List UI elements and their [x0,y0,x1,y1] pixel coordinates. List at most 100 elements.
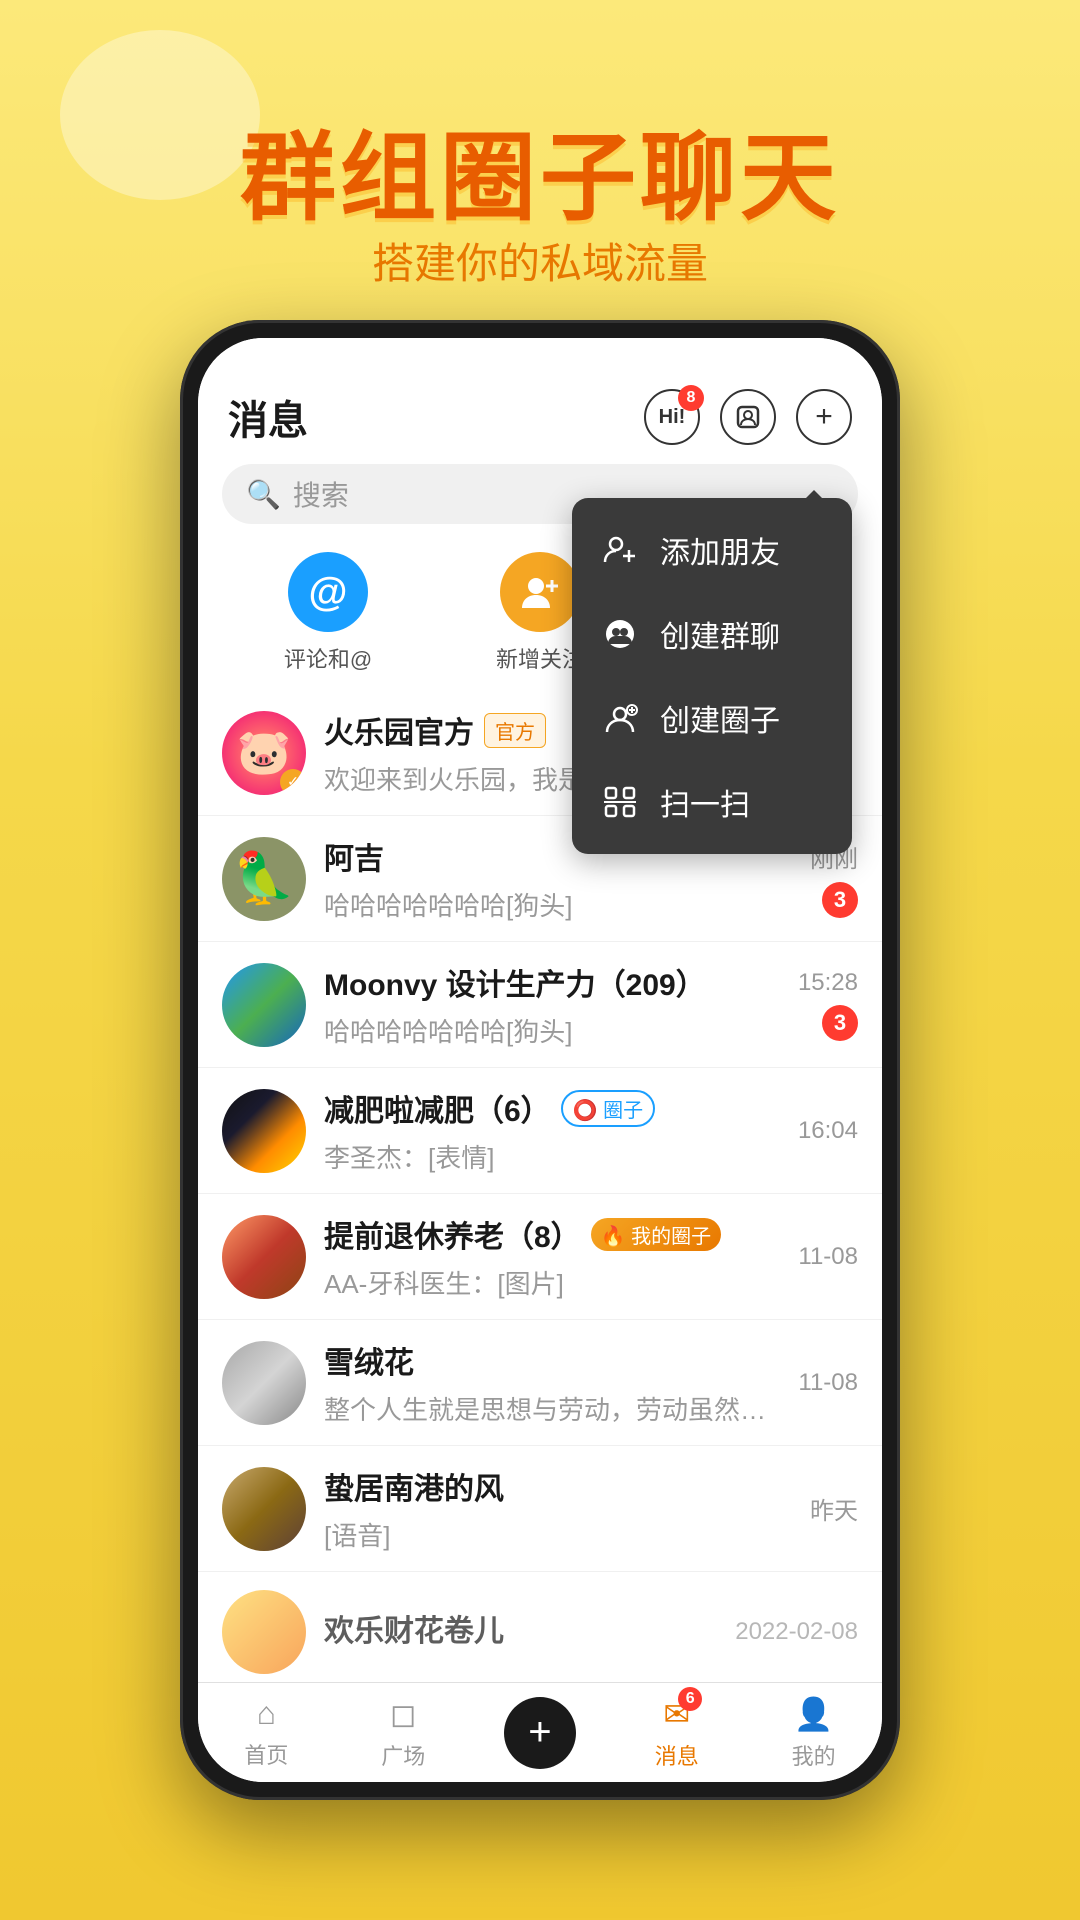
nav-icons: Hi! 8 + [644,389,852,445]
dropdown-create-circle[interactable]: 创建圈子 [572,676,852,760]
quick-item-comment[interactable]: @ 评论和@ [222,552,434,674]
message-top: 蛰居南港的风 [324,1464,792,1508]
list-item[interactable]: 欢乐财花卷儿 2022-02-08 [198,1572,882,1682]
dropdown-create-group-label: 创建群聊 [660,612,780,656]
at-icon: @ [308,570,347,615]
message-meta: 16:04 [798,1117,858,1145]
message-body: Moonvy 设计生产力（209） 哈哈哈哈哈哈哈[狗头] [324,960,780,1049]
hi-icon: Hi! [659,406,686,429]
tab-mine[interactable]: 👤 我的 [745,1695,882,1771]
avatar [222,1089,306,1173]
unread-badge: 3 [822,882,858,918]
avatar: 🦜 [222,837,306,921]
message-tab-count: 6 [678,1687,702,1711]
plus-button[interactable]: + [504,1697,576,1769]
tab-mine-label: 我的 [792,1739,836,1771]
message-top: 减肥啦减肥（6） ⭕ 圈子 [324,1086,780,1130]
message-preview: 李圣杰：[表情] [324,1138,780,1175]
tab-plus[interactable]: + [472,1697,609,1769]
plus-icon: + [815,400,833,434]
tab-home[interactable]: ⌂ 首页 [198,1695,335,1770]
quick-label-follow: 新增关注 [496,642,584,674]
message-preview: AA-牙科医生：[图片] [324,1264,780,1301]
avatar [222,1341,306,1425]
quick-circle-comment: @ [288,552,368,632]
dropdown-create-circle-label: 创建圈子 [660,696,780,740]
message-meta: 昨天 [810,1491,858,1526]
message-body: 雪绒花 整个人生就是思想与劳动，劳动虽然是无... [324,1338,780,1427]
app-content: 消息 Hi! 8 + [198,338,882,1782]
hi-button[interactable]: Hi! 8 [644,389,700,445]
official-tag: 官方 [484,713,546,748]
tab-bar: ⌂ 首页 ◻ 广场 + ✉ 6 消息 👤 [198,1682,882,1782]
message-body: 欢乐财花卷儿 [324,1606,717,1658]
dropdown-scan[interactable]: 扫一扫 [572,760,852,844]
add-friend-icon [600,530,640,570]
message-preview: 哈哈哈哈哈哈哈[狗头] [324,886,792,923]
create-group-icon [600,614,640,654]
message-time: 2022-02-08 [735,1618,858,1646]
search-placeholder: 搜索 [293,474,349,514]
tab-message[interactable]: ✉ 6 消息 [608,1695,745,1771]
dropdown-add-friend-label: 添加朋友 [660,528,780,572]
dropdown-scan-label: 扫一扫 [660,780,750,824]
list-item[interactable]: 减肥啦减肥（6） ⭕ 圈子 李圣杰：[表情] 16:04 [198,1068,882,1194]
unread-badge: 3 [822,1005,858,1041]
message-tab-badge: ✉ 6 [663,1695,690,1733]
phone-screen: 消息 Hi! 8 + [198,338,882,1782]
phone-shell: 消息 Hi! 8 + [180,320,900,1800]
message-body: 减肥啦减肥（6） ⭕ 圈子 李圣杰：[表情] [324,1086,780,1175]
message-preview: 哈哈哈哈哈哈哈[狗头] [324,1012,780,1049]
message-time: 昨天 [810,1491,858,1526]
message-top: 雪绒花 [324,1338,780,1382]
add-button[interactable]: + [796,389,852,445]
list-item[interactable]: 蛰居南港的风 [语音] 昨天 [198,1446,882,1572]
scan-icon [600,782,640,822]
search-icon: 🔍 [246,478,281,511]
avatar: ✓ [222,711,306,795]
list-item[interactable]: 雪绒花 整个人生就是思想与劳动，劳动虽然是无... 11-08 [198,1320,882,1446]
message-top: Moonvy 设计生产力（209） [324,960,780,1004]
message-meta: 15:28 3 [798,969,858,1041]
contacts-button[interactable] [720,389,776,445]
contact-name: 蛰居南港的风 [324,1464,504,1508]
quick-label-comment: 评论和@ [284,642,372,674]
message-body: 蛰居南港的风 [语音] [324,1464,792,1553]
contact-name: 雪绒花 [324,1338,414,1382]
dropdown-create-group[interactable]: 创建群聊 [572,592,852,676]
square-icon: ◻ [390,1695,417,1733]
verified-badge: ✓ [280,769,306,795]
avatar [222,1590,306,1674]
message-top: 欢乐财花卷儿 [324,1606,717,1650]
follow-icon [518,570,562,614]
message-meta: 2022-02-08 [735,1618,858,1646]
nav-title: 消息 [228,388,308,446]
dropdown-menu: 添加朋友 创建群聊 [572,498,852,854]
message-time: 11-08 [798,1243,858,1271]
hi-badge: 8 [678,385,704,411]
message-preview: [语音] [324,1516,792,1553]
home-icon: ⌂ [257,1695,276,1732]
tab-square[interactable]: ◻ 广场 [335,1695,472,1771]
message-top: 提前退休养老（8） 🔥 我的圈子 [324,1212,780,1256]
avatar [222,1467,306,1551]
create-circle-icon [600,698,640,738]
hero-title: 群组圈子聊天 [0,100,1080,239]
message-meta: 11-08 [798,1369,858,1397]
avatar [222,1215,306,1299]
tab-home-label: 首页 [244,1738,288,1770]
status-bar [198,338,882,382]
message-preview: 整个人生就是思想与劳动，劳动虽然是无... [324,1390,780,1427]
message-meta: 11-08 [798,1243,858,1271]
contact-name: 阿吉 [324,834,384,878]
contact-name: 欢乐财花卷儿 [324,1606,504,1650]
list-item[interactable]: Moonvy 设计生产力（209） 哈哈哈哈哈哈哈[狗头] 15:28 3 [198,942,882,1068]
dropdown-add-friend[interactable]: 添加朋友 [572,508,852,592]
contact-name: Moonvy 设计生产力（209） [324,960,706,1004]
list-item[interactable]: 提前退休养老（8） 🔥 我的圈子 AA-牙科医生：[图片] 11-08 [198,1194,882,1320]
quan-tag: ⭕ 圈子 [561,1090,655,1127]
contacts-icon [734,403,762,431]
message-time: 15:28 [798,969,858,997]
mine-icon: 👤 [794,1695,834,1733]
hero-subtitle: 搭建你的私域流量 [0,230,1080,291]
